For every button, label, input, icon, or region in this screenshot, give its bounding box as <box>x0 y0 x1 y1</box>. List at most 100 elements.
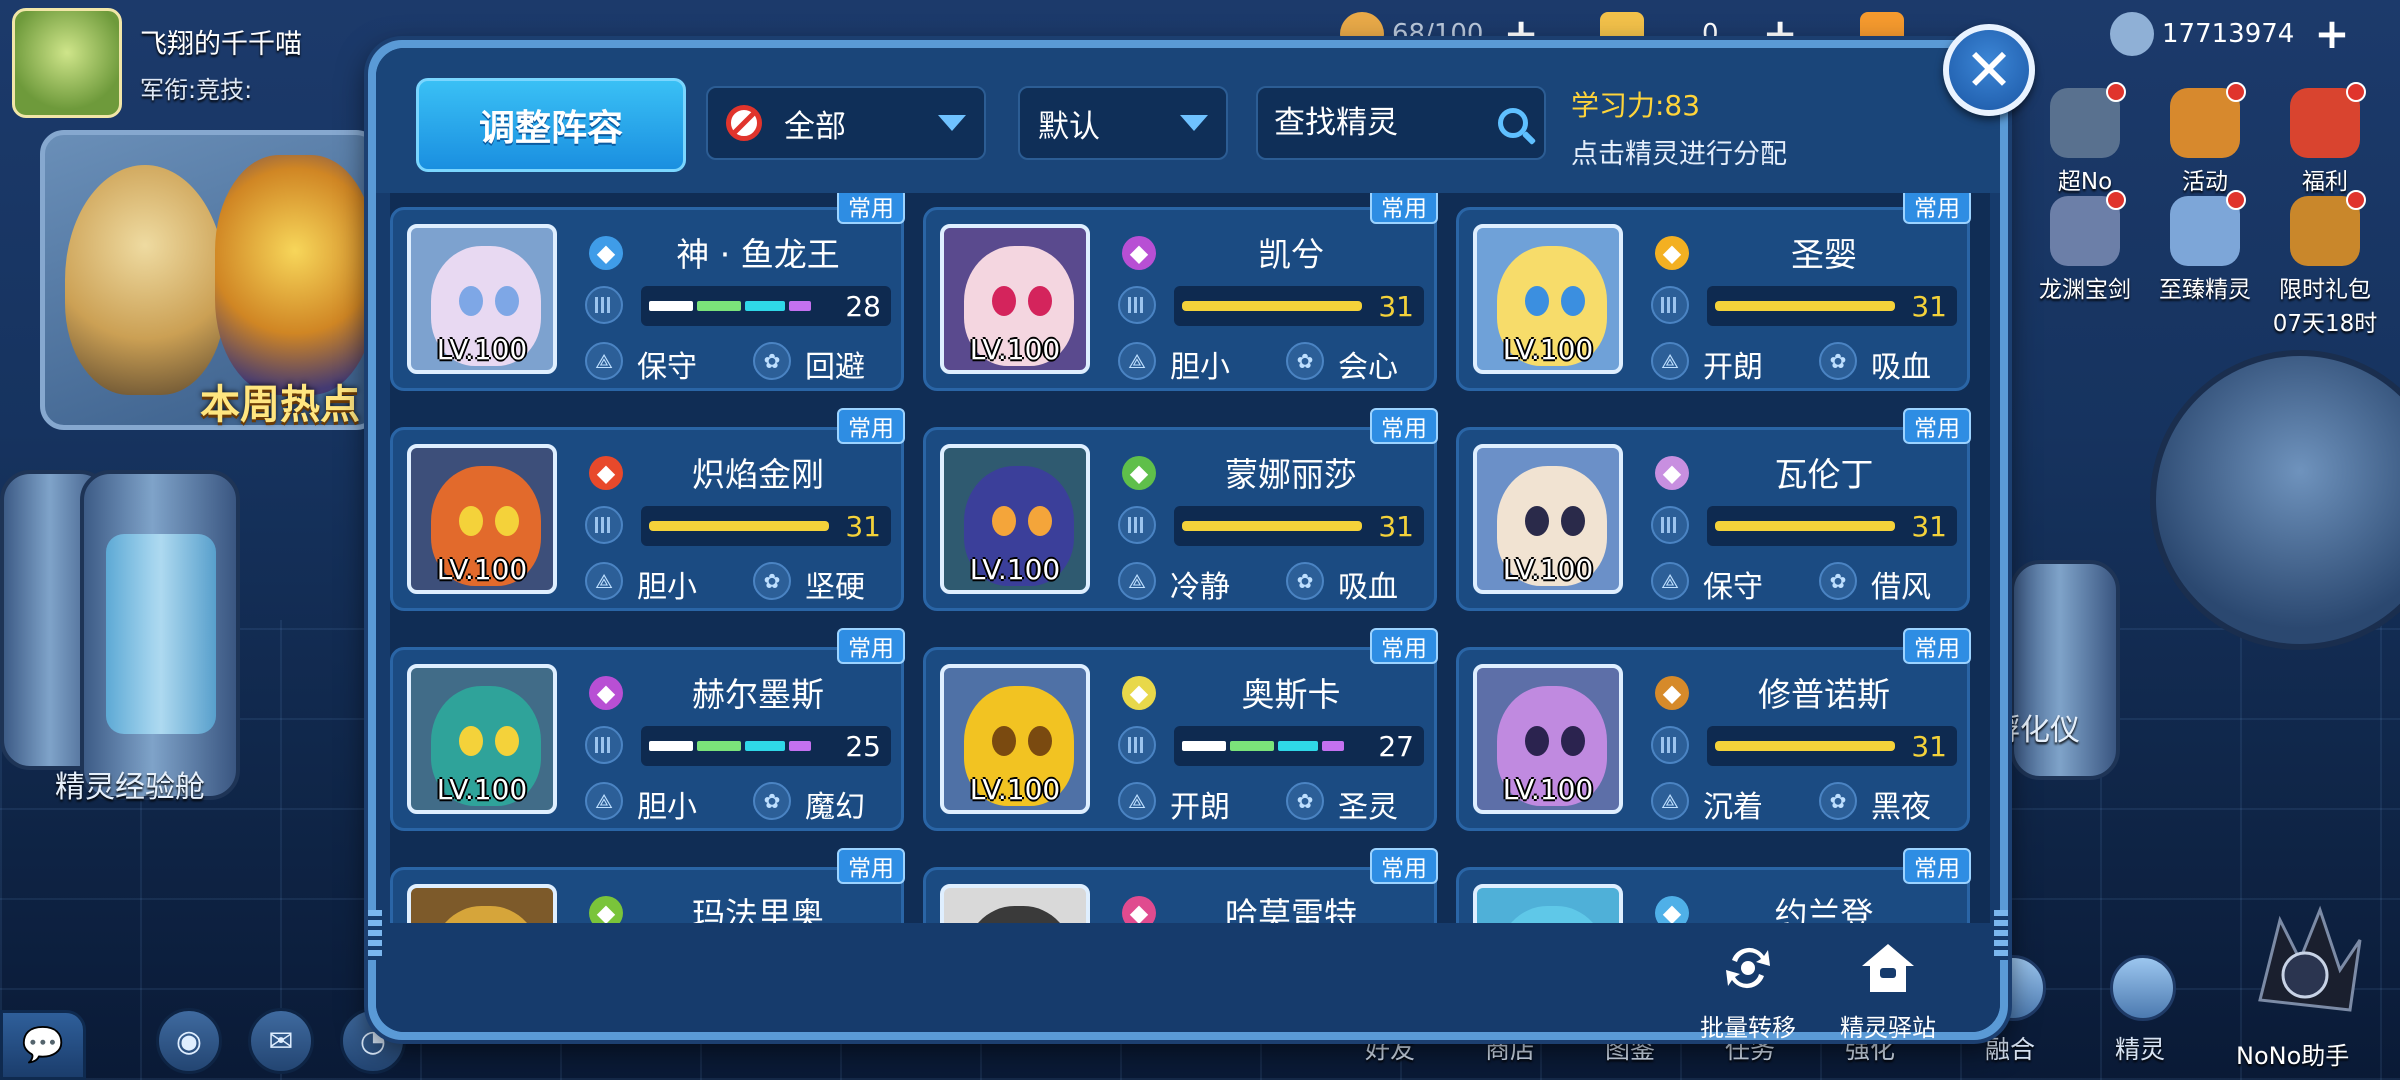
aptitude-bar-track: 31 <box>1174 506 1424 546</box>
spirit-trait: 吸血 <box>1871 350 1931 385</box>
nav-spirits[interactable]: 精灵 <box>2090 1030 2190 1066</box>
spirit-list[interactable]: 常用 LV.100 ◆ 神 · 鱼龙王 28 ⟁ 保守 ✿ 回避 常用 LV.100 ◆ 凯兮 31 ⟁ 胆小… <box>390 193 1990 923</box>
stat-icon <box>1651 726 1689 764</box>
spirit-level: LV.100 <box>1502 553 1594 586</box>
common-badge: 常用 <box>1903 628 1971 664</box>
close-modal-button[interactable]: ✕ <box>1943 24 2035 116</box>
aptitude-bar <box>1715 741 1895 751</box>
filter-dropdown[interactable]: 全部 <box>706 86 986 160</box>
activity-chao-no[interactable]: 超No <box>2030 82 2140 196</box>
spirit-nature: 胆小 <box>1170 350 1230 385</box>
spirit-eye <box>992 726 1016 756</box>
element-type-icon: ◆ <box>1122 456 1156 490</box>
spirit-nav-icon[interactable] <box>2110 955 2176 1021</box>
sort-dropdown[interactable]: 默认 <box>1018 86 1228 160</box>
mail-button[interactable]: ✉ <box>248 1008 314 1074</box>
spirit-portrait: LV.100 <box>407 664 557 814</box>
spirit-eye <box>992 506 1016 536</box>
aptitude-bar-track: 31 <box>1707 726 1957 766</box>
spirit-face <box>1497 906 1607 923</box>
activity-events[interactable]: 活动 <box>2150 82 2260 196</box>
spirit-card[interactable]: 常用 LV.100 ◆ 蒙娜丽莎 31 ⟁ 冷静 ✿ 吸血 <box>923 408 1438 611</box>
aptitude-bar-track: 31 <box>641 506 891 546</box>
chevron-down-icon <box>1180 115 1208 131</box>
trait-icon: ✿ <box>1286 342 1324 380</box>
close-icon: ✕ <box>1964 36 2014 104</box>
search-icon[interactable] <box>1498 108 1528 138</box>
chat-button[interactable]: 💬 <box>0 1010 86 1080</box>
spirit-portrait: LV.100 <box>940 664 1090 814</box>
element-type-icon: ◆ <box>1122 236 1156 270</box>
spirit-card[interactable]: 常用 LV.100 ◆ 奥斯卡 27 ⟁ 开朗 ✿ 圣灵 <box>923 628 1438 831</box>
spirit-card[interactable]: 常用 LV.100 ◆ 修普诺斯 31 ⟁ 沉着 ✿ 黑夜 <box>1456 628 1971 831</box>
right-scroll-tab[interactable] <box>1994 910 2008 960</box>
stat-icon <box>585 286 623 324</box>
chat-icon: 💬 <box>21 1025 65 1065</box>
nature-icon: ⟁ <box>585 342 623 380</box>
spirit-name: 炽焰金刚 <box>692 455 824 494</box>
common-badge: 常用 <box>837 628 905 664</box>
player-avatar[interactable] <box>12 8 122 118</box>
adjust-lineup-button[interactable]: 调整阵容 <box>416 78 686 172</box>
spirit-card[interactable]: 常用 LV.100 ◆ 圣婴 31 ⟁ 开朗 ✿ 吸血 <box>1456 193 1971 391</box>
stat-icon <box>1651 286 1689 324</box>
add-coin-button[interactable]: + <box>2314 13 2349 55</box>
learning-hint: 点击精灵进行分配 <box>1571 139 1787 170</box>
left-scroll-tab[interactable] <box>368 910 382 960</box>
eye-icon: ◉ <box>175 1023 203 1059</box>
spirit-card[interactable]: 常用 ◆ 玛法里奥 <box>390 848 905 923</box>
aptitude-value: 28 <box>845 290 881 323</box>
aptitude-bar <box>1715 301 1895 311</box>
nature-icon: ⟁ <box>1651 562 1689 600</box>
spirit-nature: 冷静 <box>1170 570 1230 605</box>
spirit-card[interactable]: 常用 LV.100 ◆ 凯兮 31 ⟁ 胆小 ✿ 会心 <box>923 193 1438 391</box>
activity-supreme-spirit[interactable]: 至臻精灵 <box>2150 190 2260 304</box>
spirit-search[interactable] <box>1256 86 1546 160</box>
spirit-portrait: LV.100 <box>1473 444 1623 594</box>
player-rank: 军衔:竞技: <box>140 76 253 104</box>
batch-transfer-button[interactable]: 批量转移 <box>1688 940 1808 1043</box>
aptitude-bar <box>649 741 829 751</box>
element-type-icon: ◆ <box>1122 896 1156 923</box>
exp-chamber-label[interactable]: 精灵经验舱 <box>55 762 205 806</box>
spirit-card[interactable]: 常用 LV.100 ◆ 神 · 鱼龙王 28 ⟁ 保守 ✿ 回避 <box>390 193 905 391</box>
spirit-card[interactable]: 常用 ◆ 哈莫雷特 <box>923 848 1438 923</box>
activity-limited-pack[interactable]: 限时礼包 07天18时 <box>2270 190 2380 338</box>
sort-value: 默认 <box>1038 108 1100 145</box>
activity-dragon-sword[interactable]: 龙渊宝剑 <box>2030 190 2140 304</box>
aptitude-bar-track: 31 <box>1707 506 1957 546</box>
activity-label: 活动 <box>2182 169 2228 195</box>
weekly-hot-label: 本周热点 <box>200 382 360 428</box>
hide-ui-button[interactable]: ◉ <box>156 1008 222 1074</box>
aptitude-value: 31 <box>845 510 881 543</box>
nono-assistant-label[interactable]: NoNo助手 <box>2236 1036 2349 1071</box>
trophy-icon <box>2170 82 2246 158</box>
spirit-level: LV.100 <box>1502 333 1594 366</box>
nature-icon: ⟁ <box>585 782 623 820</box>
search-input[interactable] <box>1274 105 1474 141</box>
spirit-name: 赫尔墨斯 <box>692 675 824 714</box>
element-type-icon: ◆ <box>1655 456 1689 490</box>
aptitude-value: 31 <box>1911 510 1947 543</box>
stat-icon <box>585 726 623 764</box>
element-type-icon: ◆ <box>589 676 623 710</box>
spirit-eye <box>459 726 483 756</box>
spirit-eye <box>459 286 483 316</box>
activity-label: 至臻精灵 <box>2159 277 2251 303</box>
spirit-portrait: LV.100 <box>407 224 557 374</box>
spirit-card[interactable]: 常用 LV.100 ◆ 瓦伦丁 31 ⟁ 保守 ✿ 借风 <box>1456 408 1971 611</box>
aptitude-value: 31 <box>1378 510 1414 543</box>
spirit-eye <box>1525 286 1549 316</box>
spirit-station-button[interactable]: 精灵驿站 <box>1828 940 1948 1043</box>
spirit-card[interactable]: 常用 LV.100 ◆ 炽焰金刚 31 ⟁ 胆小 ✿ 坚硬 <box>390 408 905 611</box>
activity-welfare[interactable]: 福利 <box>2270 82 2380 196</box>
learning-power: 学习力:83 <box>1571 89 1701 122</box>
spirit-nature: 胆小 <box>637 570 697 605</box>
nono-assistant-icon[interactable] <box>2230 900 2380 1020</box>
spirit-card[interactable]: 常用 LV.100 ◆ 赫尔墨斯 25 ⟁ 胆小 ✿ 魔幻 <box>390 628 905 831</box>
coin-resource: 17713974 + <box>2110 12 2350 56</box>
spirit-eye <box>495 286 519 316</box>
common-badge: 常用 <box>1903 408 1971 444</box>
spirit-card[interactable]: 常用 ◆ 约兰登 <box>1456 848 1971 923</box>
spirit-nature: 沉着 <box>1703 790 1763 825</box>
